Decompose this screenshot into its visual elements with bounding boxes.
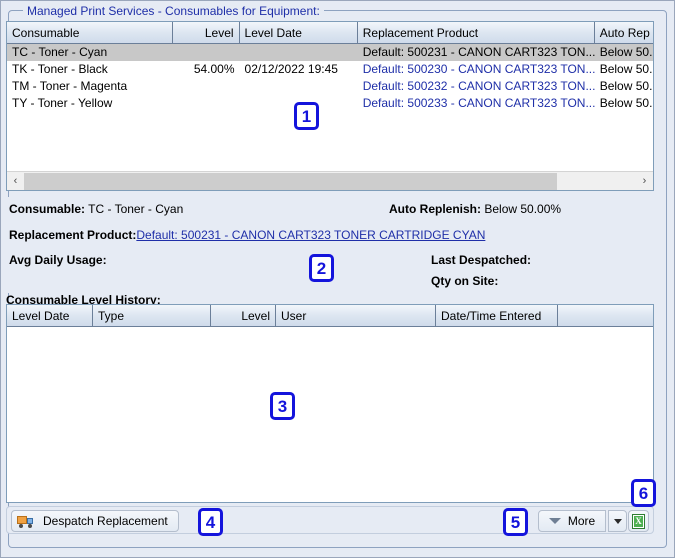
label-avg-daily-usage: Avg Daily Usage:: [9, 253, 107, 267]
cell-consumable: TK - Toner - Black: [12, 62, 108, 76]
cell-level-date: [240, 44, 358, 61]
column-header-level[interactable]: Level: [173, 22, 240, 43]
annotation-badge-4: 4: [198, 508, 223, 536]
group-panel-title: Managed Print Services - Consumables for…: [23, 4, 324, 18]
cell-auto-replenish: Below 50.: [599, 79, 653, 93]
despatch-replacement-label: Despatch Replacement: [43, 514, 168, 528]
table-row[interactable]: TM - Toner - Magenta Default: 500232 - C…: [7, 78, 653, 95]
cell-replacement-product: Default: 500231 - CANON CART323 TON...: [362, 45, 595, 59]
despatch-replacement-button[interactable]: Despatch Replacement: [11, 510, 179, 532]
table-row[interactable]: TY - Toner - Yellow Default: 500233 - CA…: [7, 95, 653, 112]
column-header-replacement-product[interactable]: Replacement Product: [358, 22, 595, 43]
annotation-badge-2: 2: [309, 254, 334, 282]
label-replacement-product: Replacement Product:: [9, 228, 137, 242]
column-header-consumable[interactable]: Consumable: [7, 22, 174, 43]
column-header-history-entered[interactable]: Date/Time Entered: [436, 305, 558, 326]
annotation-badge-6: 6: [631, 479, 656, 507]
column-header-auto-replenish[interactable]: Auto Rep: [595, 22, 653, 43]
cell-replacement-product[interactable]: Default: 500230 - CANON CART323 TON...: [358, 61, 595, 78]
history-grid-header: Level Date Type Level User Date/Time Ent…: [7, 305, 653, 327]
label-last-despatched: Last Despatched:: [431, 253, 532, 267]
bottom-toolbar: Despatch Replacement More X: [6, 506, 654, 534]
consumable-level-history-grid[interactable]: Level Date Type Level User Date/Time Ent…: [6, 304, 654, 503]
replacement-product-link[interactable]: Default: 500231 - CANON CART323 TONER CA…: [136, 228, 485, 242]
annotation-badge-5: 5: [503, 508, 528, 536]
value-consumable: TC - Toner - Cyan: [88, 202, 184, 216]
cell-consumable: TM - Toner - Magenta: [12, 79, 128, 93]
label-auto-replenish: Auto Replenish:: [389, 202, 481, 216]
scrollbar-thumb[interactable]: [24, 172, 557, 190]
history-grid-body: [7, 327, 653, 502]
application-window: Managed Print Services - Consumables for…: [0, 0, 675, 558]
cell-consumable: TC - Toner - Cyan: [12, 45, 108, 59]
scrollbar-track[interactable]: [24, 172, 636, 190]
cell-auto-replenish: Below 50.: [599, 96, 653, 110]
label-consumable: Consumable:: [9, 202, 86, 216]
annotation-badge-1: 1: [294, 102, 319, 130]
truck-icon: [17, 515, 34, 528]
cell-replacement-product[interactable]: Default: 500232 - CANON CART323 TON...: [358, 78, 595, 95]
field-consumable: Consumable: TC - Toner - Cyan: [9, 202, 183, 216]
column-header-history-filler: [558, 305, 653, 326]
column-header-history-level[interactable]: Level: [211, 305, 276, 326]
value-auto-replenish: Below 50.00%: [484, 202, 562, 216]
table-row[interactable]: TK - Toner - Black 54.00% 02/12/2022 19:…: [7, 61, 653, 78]
scroll-left-icon[interactable]: ‹: [7, 172, 24, 190]
column-header-level-date[interactable]: Level Date: [240, 22, 358, 43]
excel-export-icon: X: [632, 513, 645, 529]
triangle-down-icon: [548, 518, 561, 524]
cell-level: 54.00%: [193, 62, 235, 76]
consumables-grid-body: TC - Toner - Cyan Default: 500231 - CANO…: [7, 44, 653, 170]
column-header-history-user[interactable]: User: [276, 305, 436, 326]
field-last-despatched: Last Despatched:: [431, 253, 531, 267]
more-label: More: [567, 514, 596, 528]
cell-level: [173, 95, 239, 112]
cell-level-date: 02/12/2022 19:45: [244, 62, 338, 76]
cell-auto-replenish: Below 50.: [599, 45, 653, 59]
more-button[interactable]: More: [538, 510, 606, 532]
scroll-right-icon[interactable]: ›: [636, 172, 653, 190]
field-auto-replenish: Auto Replenish: Below 50.00%: [389, 202, 561, 216]
horizontal-scrollbar[interactable]: ‹ ›: [7, 171, 653, 190]
consumables-grid-header: Consumable Level Level Date Replacement …: [7, 22, 653, 44]
cell-level-date: [240, 78, 358, 95]
more-dropdown-button[interactable]: [608, 510, 627, 532]
cell-level: [173, 44, 239, 61]
cell-replacement-product[interactable]: Default: 500233 - CANON CART323 TON...: [358, 95, 595, 112]
cell-consumable: TY - Toner - Yellow: [12, 96, 113, 110]
column-header-history-type[interactable]: Type: [93, 305, 211, 326]
annotation-badge-3: 3: [270, 392, 295, 420]
field-replacement-product: Replacement Product:Default: 500231 - CA…: [9, 228, 485, 242]
table-row[interactable]: TC - Toner - Cyan Default: 500231 - CANO…: [7, 44, 653, 61]
cell-auto-replenish: Below 50.: [599, 62, 653, 76]
caret-down-icon: [613, 518, 622, 524]
excel-export-button[interactable]: X: [628, 510, 649, 532]
consumables-grid[interactable]: Consumable Level Level Date Replacement …: [6, 21, 654, 191]
field-avg-daily-usage: Avg Daily Usage:: [9, 253, 107, 267]
cell-level: [173, 78, 239, 95]
field-qty-on-site: Qty on Site:: [431, 274, 498, 288]
label-qty-on-site: Qty on Site:: [431, 274, 499, 288]
column-header-history-level-date[interactable]: Level Date: [7, 305, 93, 326]
